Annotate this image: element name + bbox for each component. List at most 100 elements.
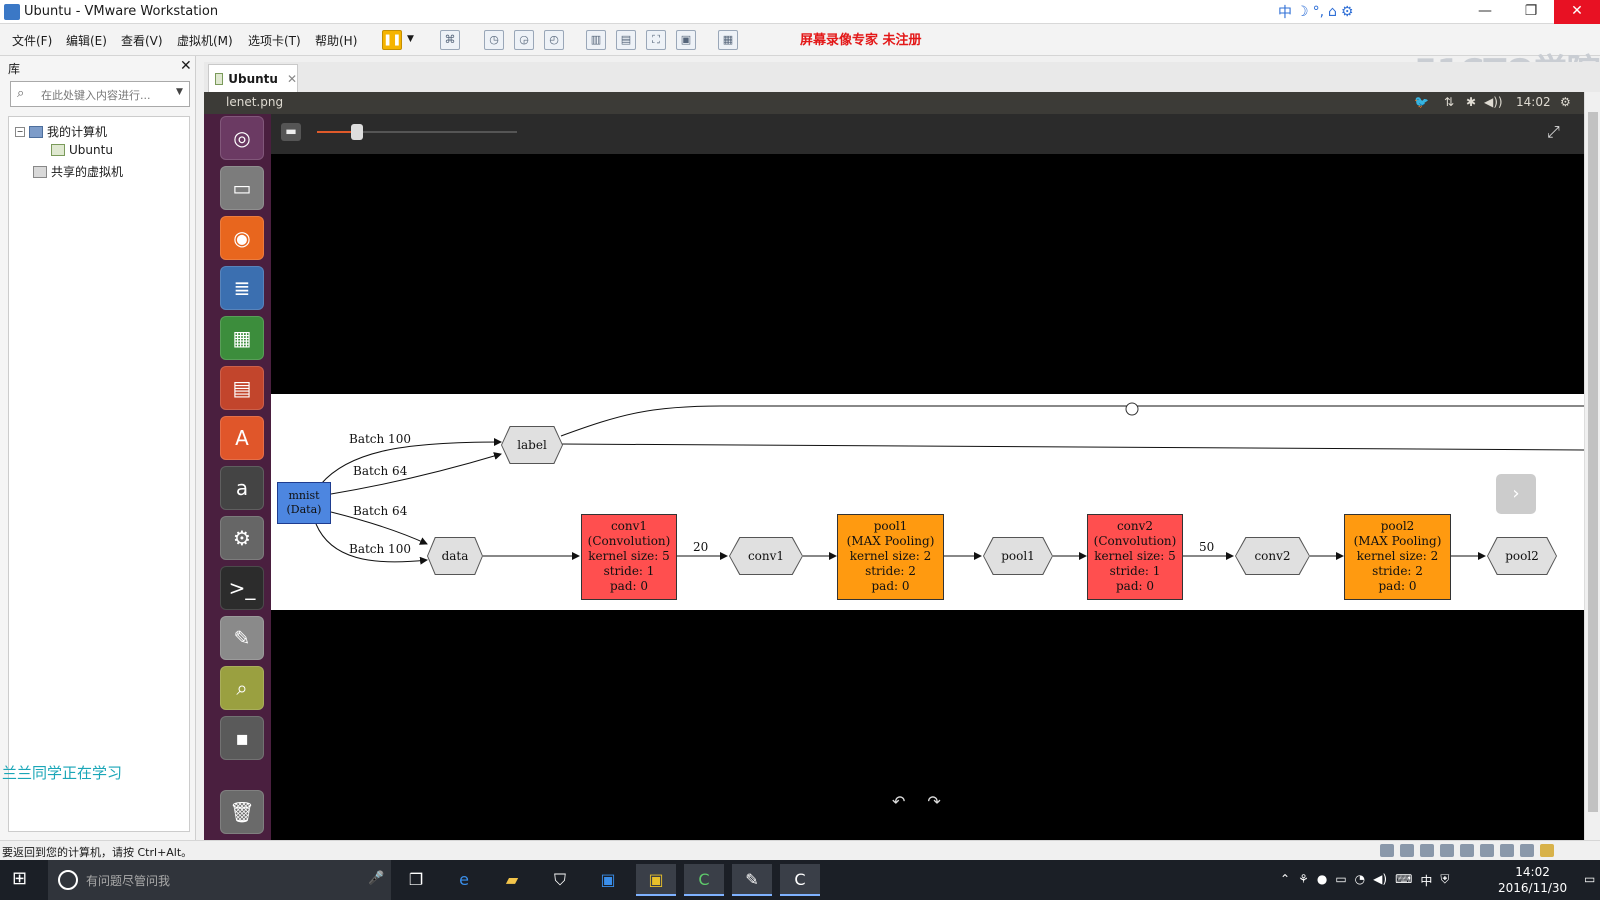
tray-shield-icon[interactable]: ⛨ — [1440, 872, 1449, 889]
display-icon[interactable] — [1520, 844, 1534, 857]
floppy-icon[interactable] — [1420, 844, 1434, 857]
battery-icon[interactable]: ▭ — [1335, 872, 1346, 889]
menu-view[interactable]: 查看(V) — [121, 32, 163, 49]
ime-punct-icon[interactable]: °, — [1313, 4, 1324, 20]
tree-item-my-computer[interactable]: − 我的计算机 — [15, 123, 107, 140]
firefox-icon[interactable]: ◉ — [220, 216, 264, 260]
vm-screen[interactable]: lenet.png 🐦 ⇅ ✱ ◀)) 14:02 ⚙ ◎ ▭ ◉ ≣ ▦ ▤ … — [204, 92, 1584, 840]
pause-icon[interactable]: ❚❚ — [382, 30, 402, 50]
pause-dropdown-icon[interactable]: ▼ — [407, 34, 414, 44]
vm-vertical-scrollbar[interactable] — [1584, 92, 1600, 840]
speaker-icon[interactable]: ◀) — [1373, 872, 1387, 889]
dash-icon[interactable]: ◎ — [220, 116, 264, 160]
usb-icon[interactable] — [1460, 844, 1474, 857]
microphone-icon[interactable]: 🎤 — [368, 871, 384, 886]
taskbar-date: 2016/11/30 — [1498, 881, 1568, 895]
tray-green-icon[interactable]: ● — [1317, 872, 1327, 889]
rotate-left-icon[interactable]: ↶ — [892, 792, 905, 811]
files-icon[interactable]: ▭ — [220, 166, 264, 210]
restore-button[interactable]: ❐ — [1508, 0, 1554, 24]
task-view-icon[interactable]: ❐ — [396, 864, 436, 896]
system-settings-icon[interactable]: ⚙ — [220, 516, 264, 560]
tab-ubuntu[interactable]: Ubuntu ✕ — [208, 64, 298, 92]
session-gear-icon[interactable]: ⚙ — [1560, 95, 1571, 109]
store-icon[interactable]: ⛉ — [540, 864, 580, 896]
file-explorer-icon[interactable]: ▰ — [492, 864, 532, 896]
revert-snapshot-icon[interactable]: ◶ — [514, 30, 534, 50]
windows-start-icon[interactable]: ⊞ — [12, 868, 27, 889]
ime-skin-icon[interactable]: ⌂ — [1328, 4, 1337, 20]
ime-moon-icon[interactable]: ☽ — [1296, 4, 1309, 20]
menu-help[interactable]: 帮助(H) — [315, 32, 357, 49]
volume-icon[interactable]: ◀)) — [1484, 95, 1503, 109]
tree-item-ubuntu[interactable]: Ubuntu — [51, 143, 113, 157]
image-viewer-icon[interactable]: ⌕ — [220, 666, 264, 710]
scrollbar-thumb[interactable] — [1588, 112, 1598, 812]
terminal-icon[interactable]: >_ — [220, 566, 264, 610]
edge-browser-icon[interactable]: e — [444, 864, 484, 896]
tab-close-icon[interactable]: ✕ — [287, 72, 297, 86]
keyboard-icon[interactable]: ⌨ — [1395, 872, 1412, 889]
tree-item-shared-vms[interactable]: 共享的虚拟机 — [33, 163, 123, 180]
rotate-right-icon[interactable]: ↷ — [927, 792, 940, 811]
bluetooth-icon[interactable]: ✱ — [1466, 95, 1476, 109]
input-language[interactable]: 中 — [1420, 872, 1432, 889]
ubuntu-clock[interactable]: 14:02 — [1516, 95, 1551, 109]
library-search-input[interactable]: ⌕ 在此处键入内容进行... ▼ — [10, 81, 190, 107]
unity-icon[interactable]: ▣ — [676, 30, 696, 50]
full-screen-icon[interactable]: ⛶ — [646, 30, 666, 50]
save-drive-icon[interactable]: ▪ — [220, 716, 264, 760]
ime-chinese-icon[interactable]: 中 — [1278, 2, 1292, 22]
snapshot-icon[interactable]: ◷ — [484, 30, 504, 50]
sound-icon[interactable] — [1480, 844, 1494, 857]
ime-settings-icon[interactable]: ⚙ — [1341, 4, 1354, 20]
trash-icon[interactable]: 🗑 — [220, 790, 264, 834]
next-image-button[interactable]: › — [1496, 474, 1536, 514]
show-library-icon[interactable]: ▥ — [586, 30, 606, 50]
impress-icon[interactable]: ▤ — [220, 366, 264, 410]
hdd-icon[interactable] — [1380, 844, 1394, 857]
software-center-icon[interactable]: A — [220, 416, 264, 460]
message-icon[interactable] — [1540, 844, 1554, 857]
paint-icon[interactable]: ✎ — [732, 864, 772, 896]
ubuntu-settings-tray-icon[interactable]: 🐦 — [1414, 95, 1429, 109]
zoom-slider-handle[interactable] — [351, 124, 363, 140]
collapse-icon[interactable]: − — [15, 126, 25, 137]
thumbnail-bar-icon[interactable]: ▤ — [616, 30, 636, 50]
network-adapter-icon[interactable] — [1440, 844, 1454, 857]
printer-icon[interactable] — [1500, 844, 1514, 857]
cd-icon[interactable] — [1400, 844, 1414, 857]
cortana-search-box[interactable]: 有问题尽管问我 🎤 — [48, 860, 391, 900]
vmware-taskbar-icon[interactable]: ▣ — [636, 864, 676, 896]
chevron-down-icon[interactable]: ▼ — [176, 87, 183, 97]
snapshot-manager-icon[interactable]: ◴ — [544, 30, 564, 50]
taskbar-clock[interactable]: 14:02 2016/11/30 — [1498, 864, 1567, 896]
menu-file[interactable]: 文件(F) — [12, 32, 52, 49]
network-icon[interactable]: ⇅ — [1444, 95, 1454, 109]
menu-tabs[interactable]: 选项卡(T) — [248, 32, 301, 49]
close-button[interactable]: ✕ — [1554, 0, 1600, 24]
image-viewer-toolbar: ▬ ⤢ — [271, 114, 1584, 154]
text-editor-icon[interactable]: ✎ — [220, 616, 264, 660]
calc-icon[interactable]: ▦ — [220, 316, 264, 360]
fullscreen-icon[interactable]: ⤢ — [1547, 122, 1560, 142]
console-view-icon[interactable]: ▦ — [718, 30, 738, 50]
menu-edit[interactable]: 编辑(E) — [66, 32, 107, 49]
camtasia-icon[interactable]: C — [684, 864, 724, 896]
amazon-icon[interactable]: a — [220, 466, 264, 510]
send-ctrl-alt-del-icon[interactable]: ⌘ — [440, 30, 460, 50]
tray-app-icon[interactable]: ⚘ — [1298, 872, 1309, 889]
writer-icon[interactable]: ≣ — [220, 266, 264, 310]
wifi-icon[interactable]: ◔ — [1355, 872, 1365, 889]
ime-toolbar[interactable]: 中 ☽ °, ⌂ ⚙ — [1278, 2, 1353, 22]
pool1-blob-node: pool1 — [983, 537, 1053, 575]
library-close-icon[interactable]: ✕ — [180, 58, 192, 74]
recorder-icon[interactable]: C — [780, 864, 820, 896]
app-b-icon[interactable]: ▣ — [588, 864, 628, 896]
minimize-button[interactable]: — — [1462, 0, 1508, 24]
tray-overflow-icon[interactable]: ⌃ — [1280, 872, 1290, 889]
menu-vm[interactable]: 虚拟机(M) — [177, 32, 233, 49]
zoom-slider[interactable] — [317, 131, 517, 133]
notification-center-icon[interactable]: ▭ — [1584, 872, 1595, 886]
zoom-out-button[interactable]: ▬ — [281, 123, 301, 141]
